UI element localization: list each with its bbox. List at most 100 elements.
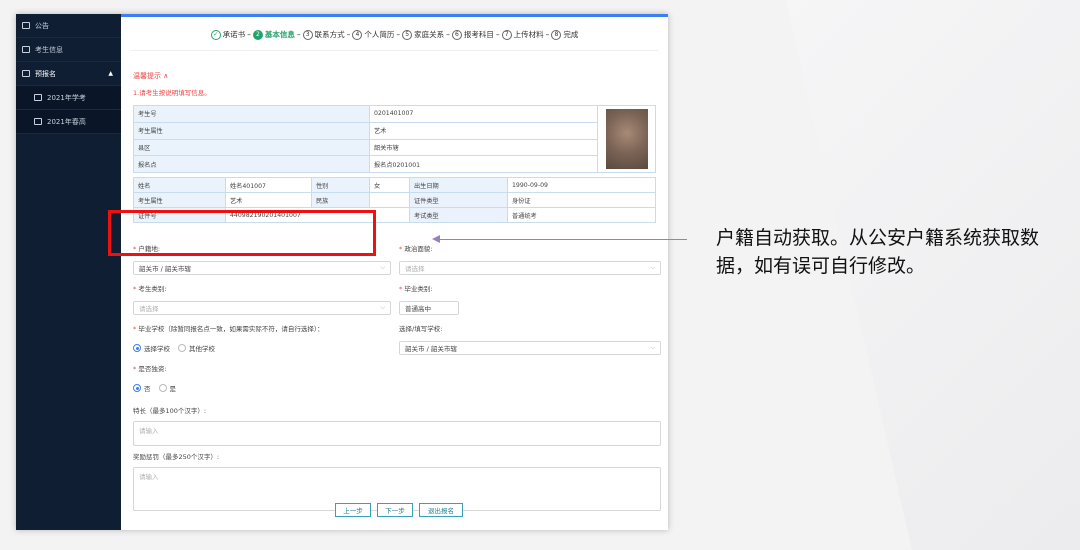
step-subjects[interactable]: 6 报考科目 — [451, 29, 494, 40]
step-number: 8 — [551, 29, 562, 40]
hukou-value: 韶关市 / 韶关市辖 — [139, 265, 191, 273]
sidebar-subitem-2021-chungao[interactable]: 2021年春高 — [16, 110, 121, 134]
grad-type-group: * 毕业类别: 普通高中 — [399, 283, 661, 315]
sidebar-item-label: 2021年学考 — [47, 93, 86, 102]
examinee-type-placeholder: 请选择 — [139, 305, 159, 313]
radio-dot — [178, 344, 186, 352]
reside-radio-group: 否 是 — [133, 381, 391, 395]
cell-value: 0201401007 — [369, 105, 598, 123]
school-radio-group: 选择学校 其他学校 — [133, 341, 391, 355]
award-label: 奖励惩罚（最多250个汉字）: — [133, 453, 220, 461]
sidebar-item-label: 2021年春高 — [47, 117, 86, 126]
specialty-textarea[interactable]: 请输入 — [133, 421, 661, 446]
examinee-type-select[interactable]: 请选择 ⌵ — [133, 301, 391, 315]
cell-label: 证件号 — [133, 207, 226, 223]
step-finish[interactable]: 8 完成 — [551, 29, 578, 40]
cell-value: 普通统考 — [507, 207, 656, 223]
chevron-up-icon: ▲ — [108, 70, 113, 77]
politics-select[interactable]: 请选择 ⌵ — [399, 261, 661, 275]
sidebar-subitem-2021-xuekao[interactable]: 2021年学考 — [16, 86, 121, 110]
step-label: 上传材料 — [513, 30, 544, 39]
reside-group: * 是否独资: 否 是 — [133, 363, 391, 395]
step-label: 报考科目 — [463, 30, 494, 39]
exam-info-table: 考生号 0201401007 考生属性 艺术 县区 韶关市辖 报名点 报名点02… — [133, 105, 656, 173]
cell-value — [369, 192, 410, 208]
tips-text: 1.请考生按说明填写信息。 — [133, 89, 211, 97]
cell-value: 440982190201401007 — [225, 207, 410, 223]
radio-label: 否 — [144, 385, 151, 393]
registration-icon — [22, 70, 30, 77]
step-progress: ✓ 承诺书 – 2 基本信息 – 3 联系方式 – 4 个人简历 – 5 家庭关… — [131, 17, 658, 51]
cell-value: 身份证 — [507, 192, 656, 208]
app-window: 公告 考生信息 预报名 ▲ 2021年学考 2021年春高 ✓ 承诺书 – 2 … — [16, 14, 668, 530]
hukou-select[interactable]: 韶关市 / 韶关市辖 ⌵ — [133, 261, 391, 275]
award-group: 奖励惩罚（最多250个汉字）: 请输入 — [133, 451, 661, 511]
sidebar-item-examinee-info[interactable]: 考生信息 — [16, 38, 121, 62]
cell-value: 报名点0201001 — [369, 155, 598, 173]
school-group: * 毕业学校（除暂同报名点一致，如果需实际不符，请自行选择）： 选择学校 其他学… — [133, 323, 391, 355]
cell-label: 考生属性 — [133, 121, 370, 140]
examinee-photo — [605, 109, 648, 169]
grad-type-select[interactable]: 普通高中 — [399, 301, 459, 315]
examinee-type-group: * 考生类别: 请选择 ⌵ — [133, 283, 391, 315]
grad-type-value: 普通高中 — [405, 305, 431, 313]
step-label: 承诺书 — [222, 30, 246, 39]
chevron-down-icon: ⌵ — [650, 344, 655, 351]
step-number: 7 — [501, 29, 512, 40]
step-basic-info[interactable]: 2 基本信息 — [252, 29, 295, 40]
cell-label: 性别 — [311, 177, 370, 193]
grad-type-label: * 毕业类别: — [399, 285, 433, 293]
cell-label: 考试类型 — [409, 207, 508, 223]
politics-group: * 政治面貌: 请选择 ⌵ — [399, 243, 661, 275]
callout-arrow — [437, 239, 687, 240]
chevron-down-icon: ⌵ — [380, 264, 385, 271]
tips-toggle[interactable]: 温馨提示 ∧ — [133, 71, 656, 81]
prev-step-button[interactable]: 上一步 — [335, 503, 371, 517]
cell-value: 艺术 — [369, 121, 598, 140]
radio-other-school[interactable]: 其他学校 — [178, 343, 215, 353]
folder-icon — [34, 94, 42, 101]
examinee-type-label: * 考生类别: — [133, 285, 167, 293]
next-step-button[interactable]: 下一步 — [377, 503, 413, 517]
politics-placeholder: 请选择 — [405, 265, 425, 273]
main-panel: ✓ 承诺书 – 2 基本信息 – 3 联系方式 – 4 个人简历 – 5 家庭关… — [121, 14, 668, 530]
hukou-label: * 户籍地: — [133, 245, 161, 253]
cell-value: 1990-09-09 — [507, 177, 656, 193]
step-label: 完成 — [563, 30, 579, 39]
step-resume[interactable]: 4 个人简历 — [352, 29, 394, 40]
school-fill-label: 选择/填写学校: — [399, 325, 443, 333]
step-contact[interactable]: 3 联系方式 — [302, 29, 345, 40]
school-label: * 毕业学校（除暂同报名点一致，如果需实际不符，请自行选择）： — [133, 325, 324, 333]
cell-label: 民族 — [311, 192, 370, 208]
exit-registration-button[interactable]: 退出报名 — [419, 503, 463, 517]
radio-no[interactable]: 否 — [133, 383, 151, 393]
step-number: 6 — [451, 29, 462, 40]
step-label: 个人简历 — [364, 30, 395, 39]
step-family[interactable]: 5 家庭关系 — [402, 29, 444, 40]
form-content: 温馨提示 ∧ 1.请考生按说明填写信息。 考生号 0201401007 考生属性… — [133, 71, 661, 511]
radio-select-school[interactable]: 选择学校 — [133, 343, 170, 353]
step-commitment[interactable]: ✓ 承诺书 — [210, 29, 246, 40]
cell-label: 考生属性 — [133, 192, 226, 208]
sidebar-item-label: 预报名 — [35, 69, 56, 78]
step-label: 基本信息 — [264, 30, 295, 39]
radio-label: 是 — [169, 385, 177, 393]
user-info-icon — [22, 46, 30, 53]
sidebar-item-label: 公告 — [35, 21, 49, 30]
radio-yes[interactable]: 是 — [158, 383, 177, 393]
radio-dot — [133, 384, 141, 392]
cell-value: 女 — [369, 177, 410, 193]
step-number: 5 — [402, 29, 413, 40]
chevron-down-icon: ⌵ — [650, 264, 655, 271]
cell-value: 艺术 — [225, 192, 312, 208]
step-label: 联系方式 — [314, 30, 345, 39]
step-upload[interactable]: 7 上传材料 — [501, 29, 544, 40]
school-fill-select[interactable]: 韶关市 / 韶关市辖 ⌵ — [399, 341, 661, 355]
sidebar-item-notice[interactable]: 公告 — [16, 14, 121, 38]
specialty-group: 特长（最多100个汉字）: 请输入 — [133, 405, 661, 446]
sidebar-item-registration[interactable]: 预报名 ▲ — [16, 62, 121, 86]
school-fill-value: 韶关市 / 韶关市辖 — [405, 345, 457, 353]
radio-dot — [133, 344, 141, 352]
cell-value: 姓名401007 — [225, 177, 312, 193]
cell-label: 出生日期 — [409, 177, 508, 193]
